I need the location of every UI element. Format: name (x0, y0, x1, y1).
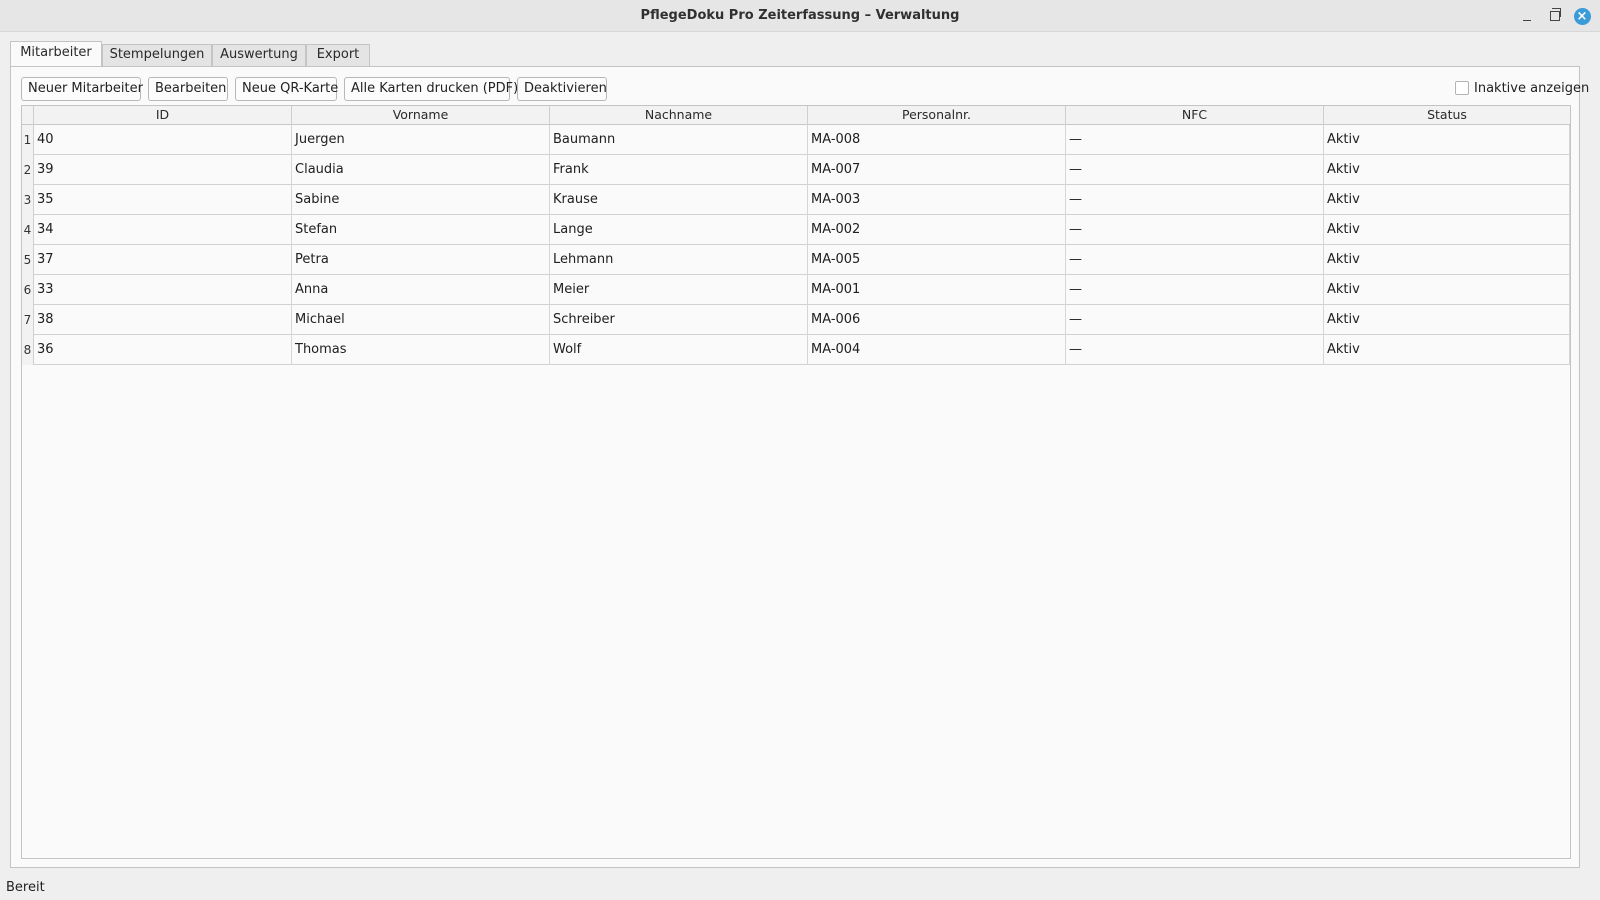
cell-nfc[interactable]: — (1066, 275, 1324, 305)
cell-status[interactable]: Aktiv (1324, 155, 1570, 185)
column-header-id[interactable]: ID (34, 106, 292, 125)
cell-id[interactable]: 40 (34, 125, 292, 155)
cell-status[interactable]: Aktiv (1324, 185, 1570, 215)
cell-nachname[interactable]: Meier (550, 275, 808, 305)
cell-status[interactable]: Aktiv (1324, 125, 1570, 155)
cell-id[interactable]: 33 (34, 275, 292, 305)
column-header-nachname[interactable]: Nachname (550, 106, 808, 125)
cell-nfc[interactable]: — (1066, 305, 1324, 335)
cell-vorname[interactable]: Thomas (292, 335, 550, 365)
cell-status[interactable]: Aktiv (1324, 215, 1570, 245)
show-inactive-label: Inaktive anzeigen (1474, 80, 1590, 96)
edit-button[interactable]: Bearbeiten (148, 77, 228, 101)
title-bar: PflegeDoku Pro Zeiterfassung – Verwaltun… (0, 0, 1600, 32)
table-row[interactable]: 5 37 Petra Lehmann MA-005 — Aktiv (22, 245, 1570, 275)
cell-status[interactable]: Aktiv (1324, 305, 1570, 335)
new-employee-button[interactable]: Neuer Mitarbeiter (21, 77, 143, 101)
cell-id[interactable]: 39 (34, 155, 292, 185)
cell-vorname[interactable]: Petra (292, 245, 550, 275)
table-corner[interactable] (22, 106, 34, 125)
table-row[interactable]: 7 38 Michael Schreiber MA-006 — Aktiv (22, 305, 1570, 335)
cell-personalnr[interactable]: MA-008 (808, 125, 1066, 155)
table-header: ID Vorname Nachname Personalnr. NFC Stat… (22, 106, 1570, 125)
cell-personalnr[interactable]: MA-003 (808, 185, 1066, 215)
cell-nachname[interactable]: Lehmann (550, 245, 808, 275)
row-number[interactable]: 1 (22, 125, 34, 155)
employee-panel: Neuer Mitarbeiter Bearbeiten Neue QR-Kar… (10, 66, 1589, 868)
minimize-icon (1523, 19, 1531, 21)
cell-nfc[interactable]: — (1066, 125, 1324, 155)
cell-id[interactable]: 37 (34, 245, 292, 275)
print-all-cards-button[interactable]: Alle Karten drucken (PDF) (344, 77, 518, 101)
tab-auswertung[interactable]: Auswertung (212, 44, 306, 66)
column-header-vorname[interactable]: Vorname (292, 106, 550, 125)
cell-id[interactable]: 38 (34, 305, 292, 335)
table-row[interactable]: 1 40 Juergen Baumann MA-008 — Aktiv (22, 125, 1570, 155)
cell-personalnr[interactable]: MA-001 (808, 275, 1066, 305)
cell-personalnr[interactable]: MA-005 (808, 245, 1066, 275)
cell-vorname[interactable]: Sabine (292, 185, 550, 215)
cell-nfc[interactable]: — (1066, 335, 1324, 365)
row-number[interactable]: 7 (22, 305, 34, 335)
column-header-status[interactable]: Status (1324, 106, 1570, 125)
row-number[interactable]: 8 (22, 335, 34, 365)
deactivate-button[interactable]: Deaktivieren (517, 77, 607, 101)
cell-id[interactable]: 34 (34, 215, 292, 245)
close-icon: × (1573, 7, 1591, 25)
restore-icon (1550, 8, 1561, 21)
cell-id[interactable]: 35 (34, 185, 292, 215)
row-number[interactable]: 6 (22, 275, 34, 305)
cell-vorname[interactable]: Claudia (292, 155, 550, 185)
minimize-button[interactable] (1517, 6, 1537, 26)
tab-export[interactable]: Export (306, 44, 370, 66)
column-header-nfc[interactable]: NFC (1066, 106, 1324, 125)
column-header-personalnr[interactable]: Personalnr. (808, 106, 1066, 125)
status-text: Bereit (6, 880, 45, 895)
row-number[interactable]: 5 (22, 245, 34, 275)
cell-nfc[interactable]: — (1066, 215, 1324, 245)
cell-status[interactable]: Aktiv (1324, 335, 1570, 365)
cell-personalnr[interactable]: MA-007 (808, 155, 1066, 185)
row-number[interactable]: 4 (22, 215, 34, 245)
close-button[interactable]: × (1572, 6, 1592, 26)
new-qr-card-button[interactable]: Neue QR-Karte (235, 77, 338, 101)
cell-nachname[interactable]: Wolf (550, 335, 808, 365)
cell-nfc[interactable]: — (1066, 245, 1324, 275)
cell-nachname[interactable]: Schreiber (550, 305, 808, 335)
cell-vorname[interactable]: Stefan (292, 215, 550, 245)
table-row[interactable]: 3 35 Sabine Krause MA-003 — Aktiv (22, 185, 1570, 215)
cell-vorname[interactable]: Anna (292, 275, 550, 305)
cell-nachname[interactable]: Frank (550, 155, 808, 185)
cell-nfc[interactable]: — (1066, 185, 1324, 215)
cell-id[interactable]: 36 (34, 335, 292, 365)
cell-vorname[interactable]: Juergen (292, 125, 550, 155)
cell-personalnr[interactable]: MA-004 (808, 335, 1066, 365)
show-inactive-checkbox[interactable] (1455, 81, 1469, 95)
window-title: PflegeDoku Pro Zeiterfassung – Verwaltun… (640, 8, 960, 23)
cell-personalnr[interactable]: MA-002 (808, 215, 1066, 245)
cell-personalnr[interactable]: MA-006 (808, 305, 1066, 335)
maximize-button[interactable] (1545, 6, 1565, 26)
row-number[interactable]: 3 (22, 185, 34, 215)
cell-vorname[interactable]: Michael (292, 305, 550, 335)
cell-nachname[interactable]: Baumann (550, 125, 808, 155)
tab-mitarbeiter[interactable]: Mitarbeiter (10, 41, 102, 66)
table-row[interactable]: 2 39 Claudia Frank MA-007 — Aktiv (22, 155, 1570, 185)
show-inactive-toggle[interactable]: Inaktive anzeigen (1455, 79, 1589, 97)
tab-stempelungen[interactable]: Stempelungen (102, 44, 212, 66)
cell-nachname[interactable]: Krause (550, 185, 808, 215)
row-number[interactable]: 2 (22, 155, 34, 185)
cell-nachname[interactable]: Lange (550, 215, 808, 245)
cell-nfc[interactable]: — (1066, 155, 1324, 185)
cell-status[interactable]: Aktiv (1324, 275, 1570, 305)
status-bar: Bereit (0, 872, 1600, 900)
table-row[interactable]: 8 36 Thomas Wolf MA-004 — Aktiv (22, 335, 1570, 365)
employee-table[interactable]: ID Vorname Nachname Personalnr. NFC Stat… (21, 105, 1571, 859)
table-row[interactable]: 4 34 Stefan Lange MA-002 — Aktiv (22, 215, 1570, 245)
table-row[interactable]: 6 33 Anna Meier MA-001 — Aktiv (22, 275, 1570, 305)
cell-status[interactable]: Aktiv (1324, 245, 1570, 275)
